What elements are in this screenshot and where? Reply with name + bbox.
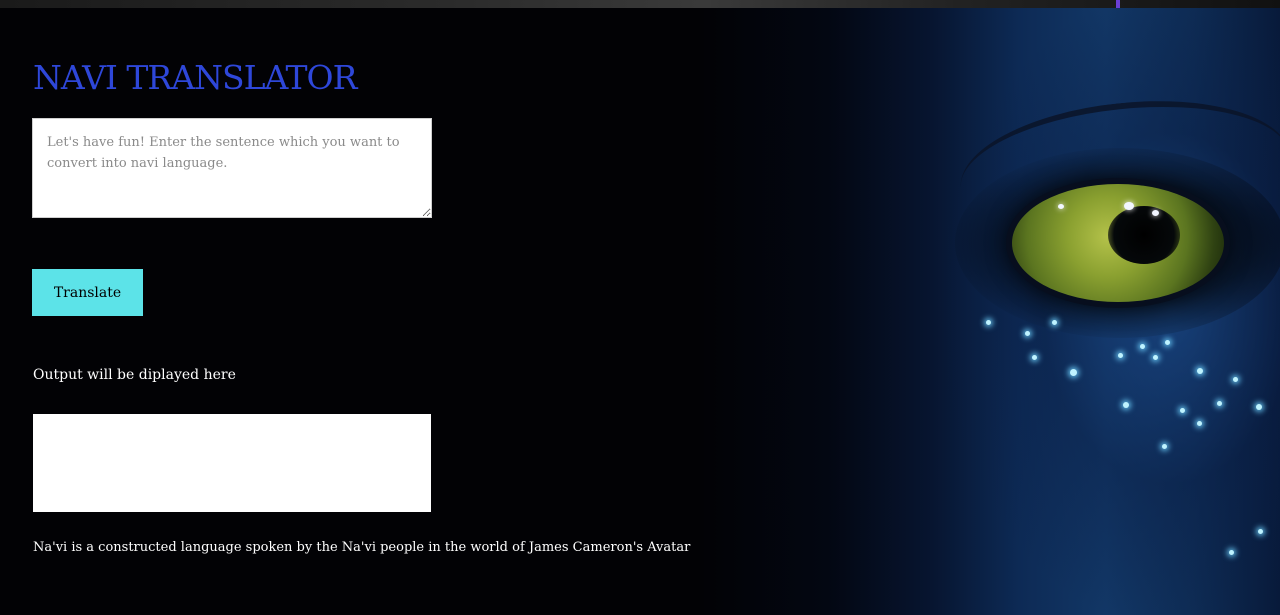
bioluminescent-dot [1118,353,1123,358]
output-label: Output will be diplayed here [33,367,236,383]
bioluminescent-dot [1197,421,1202,426]
sentence-input[interactable] [32,118,432,218]
bioluminescent-dot [1162,444,1167,449]
bioluminescent-dot [1197,368,1203,374]
bioluminescent-dot [1233,377,1238,382]
bioluminescent-dot [1229,550,1234,555]
bioluminescent-dot [1153,355,1158,360]
eye-glint [1124,202,1134,210]
output-box [33,414,431,512]
page-title: NAVI TRANSLATOR [33,58,357,97]
bioluminescent-dot [1140,344,1145,349]
bioluminescent-dot [986,320,991,325]
avatar-eye [1012,184,1224,302]
bioluminescent-dot [1258,529,1263,534]
avatar-face-image [700,8,1280,615]
bioluminescent-dot [1070,369,1077,376]
bioluminescent-dot [1180,408,1185,413]
bioluminescent-dot [1256,404,1262,410]
browser-top-strip [0,0,1280,8]
bioluminescent-dot [1217,401,1222,406]
footer-note: Na'vi is a constructed language spoken b… [33,540,691,555]
eye-glint [1152,210,1159,216]
bioluminescent-dot [1025,331,1030,336]
avatar-pupil [1108,206,1180,264]
bioluminescent-dot [1032,355,1037,360]
top-strip-accent [1116,0,1120,8]
translate-button[interactable]: Translate [32,269,143,316]
app-page: NAVI TRANSLATOR Translate Output will be… [0,0,1280,615]
bioluminescent-dot [1123,402,1129,408]
bioluminescent-dot [1052,320,1057,325]
eye-glint [1058,204,1064,209]
bioluminescent-dot [1165,340,1170,345]
